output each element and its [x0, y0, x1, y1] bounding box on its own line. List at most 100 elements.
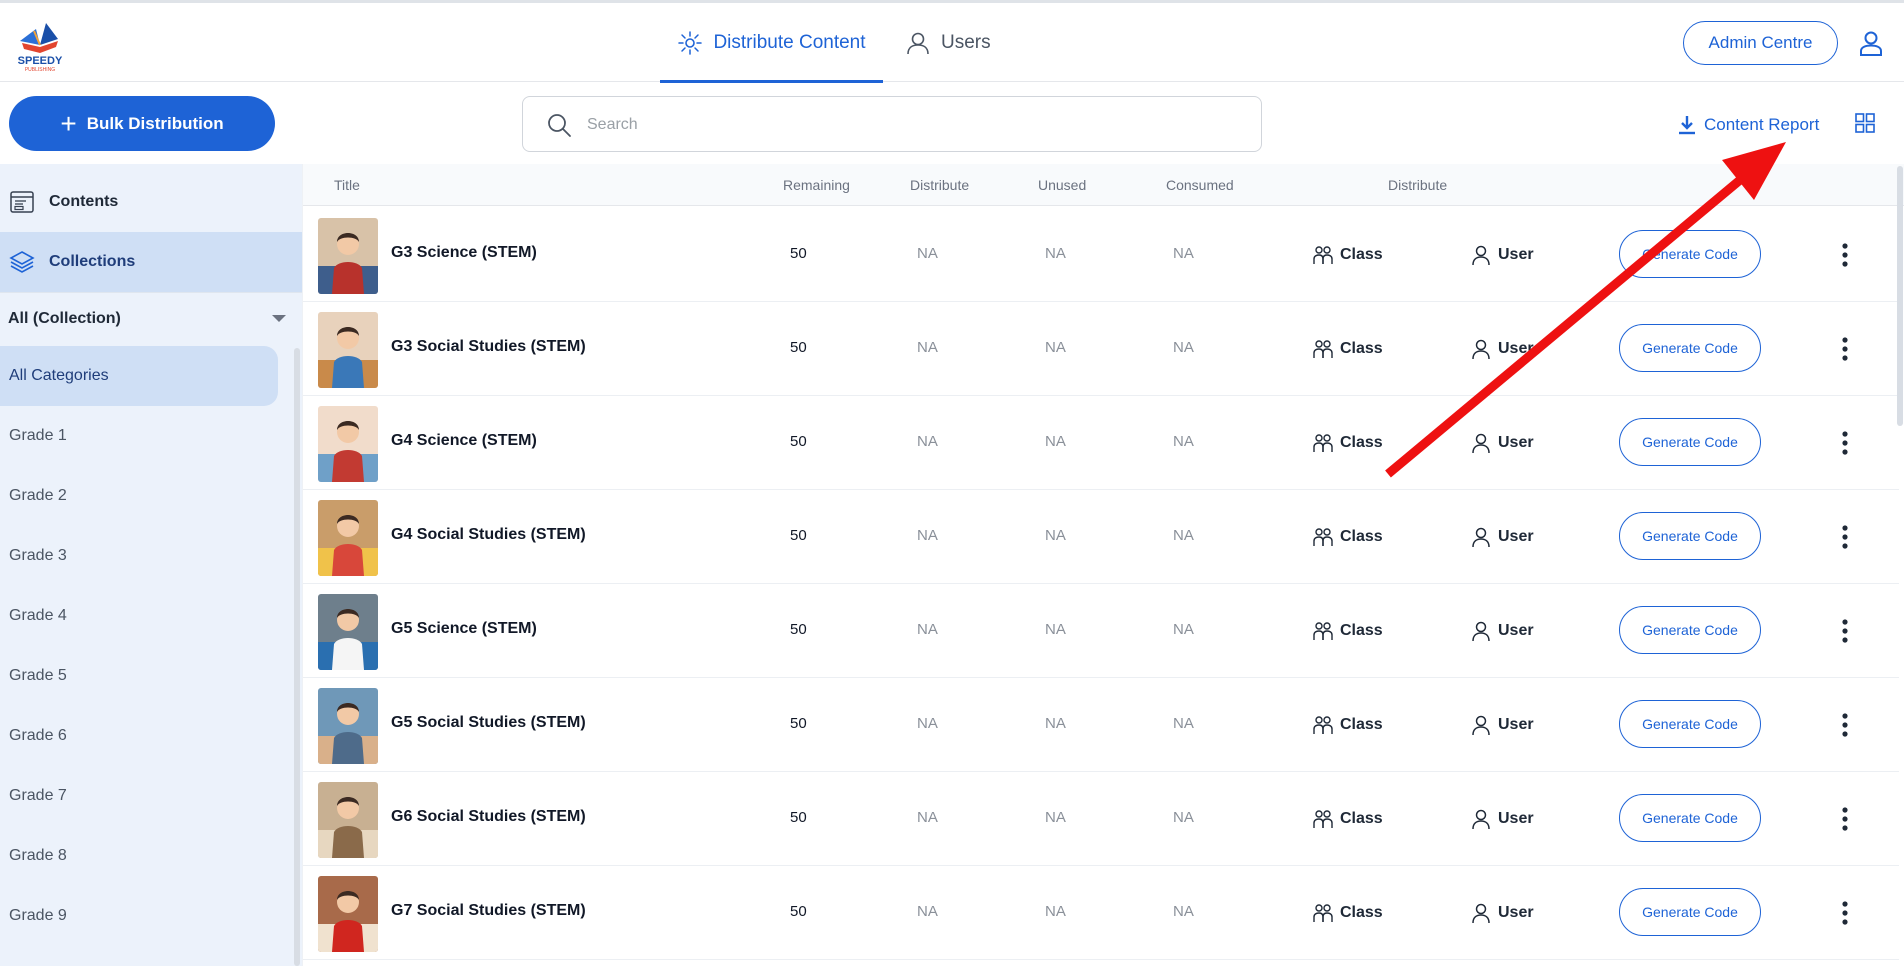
- distribute-user-action[interactable]: User: [1470, 337, 1534, 361]
- content-report-label: Content Report: [1704, 115, 1820, 134]
- table-row[interactable]: G5 Science (STEM) 50 NA NA NA Class User Genera…: [303, 584, 1899, 678]
- collection-title[interactable]: G3 Science (STEM): [391, 244, 537, 262]
- generate-code-button[interactable]: Generate Code: [1619, 230, 1761, 278]
- bulk-distribution-button[interactable]: + Bulk Distribution: [9, 96, 275, 151]
- distribute-class-action[interactable]: Class: [1312, 807, 1383, 831]
- svg-text:PUBLISHING: PUBLISHING: [25, 67, 55, 73]
- table-row[interactable]: G3 Science (STEM) 50 NA NA NA Class User Genera…: [303, 208, 1899, 302]
- category-item[interactable]: Grade 8: [0, 826, 278, 886]
- table-row[interactable]: G6 Social Studies (STEM) 50 NA NA NA Class Use…: [303, 772, 1899, 866]
- collection-title[interactable]: G4 Science (STEM): [391, 432, 537, 450]
- category-item[interactable]: Grade 4: [0, 586, 278, 646]
- speedy-publishing-logo[interactable]: SPEEDY PUBLISHING: [12, 17, 68, 73]
- table-row[interactable]: G5 Social Studies (STEM) 50 NA NA NA Class Use…: [303, 678, 1899, 772]
- class-icon: [1313, 904, 1333, 922]
- distribute-user-action[interactable]: User: [1470, 525, 1534, 549]
- category-item[interactable]: Grade 2: [0, 466, 278, 526]
- unused-value: NA: [1045, 527, 1066, 544]
- collection-title[interactable]: G3 Social Studies (STEM): [391, 338, 586, 356]
- collection-title[interactable]: G4 Social Studies (STEM): [391, 526, 586, 544]
- distribute-user-label: User: [1498, 434, 1534, 451]
- more-options-icon[interactable]: [1833, 899, 1857, 927]
- tab-distribute-content[interactable]: Distribute Content: [660, 3, 883, 83]
- sidebar-item-contents[interactable]: Contents: [0, 172, 302, 232]
- category-item[interactable]: Grade 7: [0, 766, 278, 826]
- generate-code-button[interactable]: Generate Code: [1619, 606, 1761, 654]
- distribute-class-label: Class: [1340, 340, 1383, 357]
- distribute-class-label: Class: [1340, 716, 1383, 733]
- distribute-value: NA: [917, 433, 938, 450]
- distribute-class-action[interactable]: Class: [1312, 713, 1383, 737]
- category-item[interactable]: All Categories: [0, 346, 278, 406]
- generate-code-button[interactable]: Generate Code: [1619, 324, 1761, 372]
- collection-filter-dropdown[interactable]: All (Collection): [0, 292, 302, 344]
- collection-title[interactable]: G5 Science (STEM): [391, 620, 537, 638]
- table-row[interactable]: G4 Social Studies (STEM) 50 NA NA NA Class Use…: [303, 490, 1899, 584]
- user-icon: [1472, 433, 1490, 454]
- more-options-icon[interactable]: [1833, 335, 1857, 363]
- distribute-class-action[interactable]: Class: [1312, 619, 1383, 643]
- class-icon: [1313, 810, 1333, 828]
- collection-thumbnail: [318, 406, 378, 482]
- distribute-class-label: Class: [1340, 246, 1383, 263]
- distribute-class-action[interactable]: Class: [1312, 525, 1383, 549]
- generate-code-button[interactable]: Generate Code: [1619, 418, 1761, 466]
- grid-view-icon[interactable]: [1855, 113, 1875, 133]
- distribute-user-action[interactable]: User: [1470, 243, 1534, 267]
- generate-code-button[interactable]: Generate Code: [1619, 888, 1761, 936]
- table-row[interactable]: G4 Science (STEM) 50 NA NA NA Class User Genera…: [303, 396, 1899, 490]
- distribute-user-action[interactable]: User: [1470, 431, 1534, 455]
- admin-centre-button[interactable]: Admin Centre: [1683, 21, 1838, 65]
- contents-icon: [10, 191, 34, 213]
- more-options-icon[interactable]: [1833, 523, 1857, 551]
- category-item[interactable]: Grade 5: [0, 646, 278, 706]
- app-header: SPEEDY PUBLISHING Distribute Content Use…: [0, 3, 1904, 83]
- distribute-user-action[interactable]: User: [1470, 807, 1534, 831]
- distribute-user-action[interactable]: User: [1470, 901, 1534, 925]
- distribute-class-action[interactable]: Class: [1312, 337, 1383, 361]
- sidebar-item-collections-label: Collections: [49, 253, 136, 270]
- category-item[interactable]: Grade 6: [0, 706, 278, 766]
- collection-title[interactable]: G6 Social Studies (STEM): [391, 808, 586, 826]
- generate-code-button[interactable]: Generate Code: [1619, 512, 1761, 560]
- more-options-icon[interactable]: [1833, 617, 1857, 645]
- collection-thumbnail: [318, 876, 378, 952]
- category-item[interactable]: Grade 1: [0, 406, 278, 466]
- more-options-icon[interactable]: [1833, 711, 1857, 739]
- category-item[interactable]: Grade 9: [0, 886, 278, 946]
- tab-distribute-content-label: Distribute Content: [713, 31, 866, 53]
- category-item[interactable]: Grade 3: [0, 526, 278, 586]
- distribute-class-label: Class: [1340, 810, 1383, 827]
- more-options-icon[interactable]: [1833, 429, 1857, 457]
- distribute-class-label: Class: [1340, 622, 1383, 639]
- sidebar-item-collections[interactable]: Collections: [0, 232, 302, 292]
- more-options-icon[interactable]: [1833, 241, 1857, 269]
- content-report-link[interactable]: Content Report: [1676, 112, 1819, 138]
- column-header-remaining: Remaining: [783, 177, 850, 193]
- table-row[interactable]: G7 Social Studies (STEM) 50 NA NA NA Class Use…: [303, 866, 1899, 960]
- distribute-user-label: User: [1498, 622, 1534, 639]
- generate-code-button[interactable]: Generate Code: [1619, 700, 1761, 748]
- collection-title[interactable]: G7 Social Studies (STEM): [391, 902, 586, 920]
- search-input[interactable]: [587, 109, 1227, 141]
- unused-value: NA: [1045, 433, 1066, 450]
- person-icon[interactable]: [1857, 29, 1885, 57]
- table-scrollbar[interactable]: [1897, 166, 1903, 426]
- remaining-value: 50: [790, 245, 807, 262]
- distribute-user-action[interactable]: User: [1470, 619, 1534, 643]
- more-options-icon[interactable]: [1833, 805, 1857, 833]
- class-icon: [1313, 340, 1333, 358]
- generate-code-button[interactable]: Generate Code: [1619, 794, 1761, 842]
- table-row[interactable]: G3 Social Studies (STEM) 50 NA NA NA Class Use…: [303, 302, 1899, 396]
- collection-title[interactable]: G5 Social Studies (STEM): [391, 714, 586, 732]
- distribute-class-action[interactable]: Class: [1312, 431, 1383, 455]
- consumed-value: NA: [1173, 433, 1194, 450]
- distribute-class-action[interactable]: Class: [1312, 901, 1383, 925]
- distribute-user-action[interactable]: User: [1470, 713, 1534, 737]
- tab-users[interactable]: Users: [905, 3, 1015, 82]
- sidebar-scrollbar[interactable]: [294, 348, 300, 966]
- distribute-user-label: User: [1498, 340, 1534, 357]
- distribute-class-action[interactable]: Class: [1312, 243, 1383, 267]
- remaining-value: 50: [790, 621, 807, 638]
- collection-thumbnail: [318, 312, 378, 388]
